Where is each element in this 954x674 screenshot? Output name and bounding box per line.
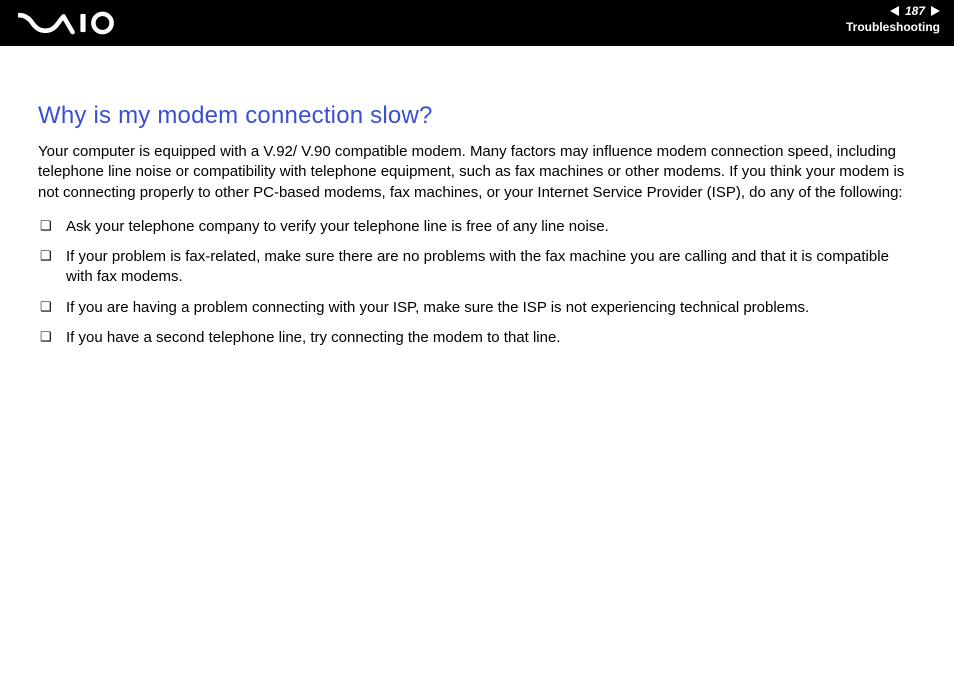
list-item: If your problem is fax-related, make sur… [38, 247, 916, 288]
list-item: Ask your telephone company to verify you… [38, 217, 916, 237]
prev-page-icon[interactable] [890, 6, 899, 16]
intro-paragraph: Your computer is equipped with a V.92/ V… [38, 142, 916, 203]
page-number: 187 [905, 4, 925, 18]
page-header: 187 Troubleshooting [0, 0, 954, 46]
next-page-icon[interactable] [931, 6, 940, 16]
list-item: If you have a second telephone line, try… [38, 328, 916, 348]
breadcrumb[interactable]: Troubleshooting [846, 20, 940, 34]
vaio-logo [18, 8, 122, 38]
list-item: If you are having a problem connecting w… [38, 298, 916, 318]
page-content: Why is my modem connection slow? Your co… [0, 46, 954, 348]
page-nav: 187 Troubleshooting [846, 4, 940, 34]
page-title: Why is my modem connection slow? [38, 102, 916, 130]
bullet-list: Ask your telephone company to verify you… [38, 217, 916, 348]
